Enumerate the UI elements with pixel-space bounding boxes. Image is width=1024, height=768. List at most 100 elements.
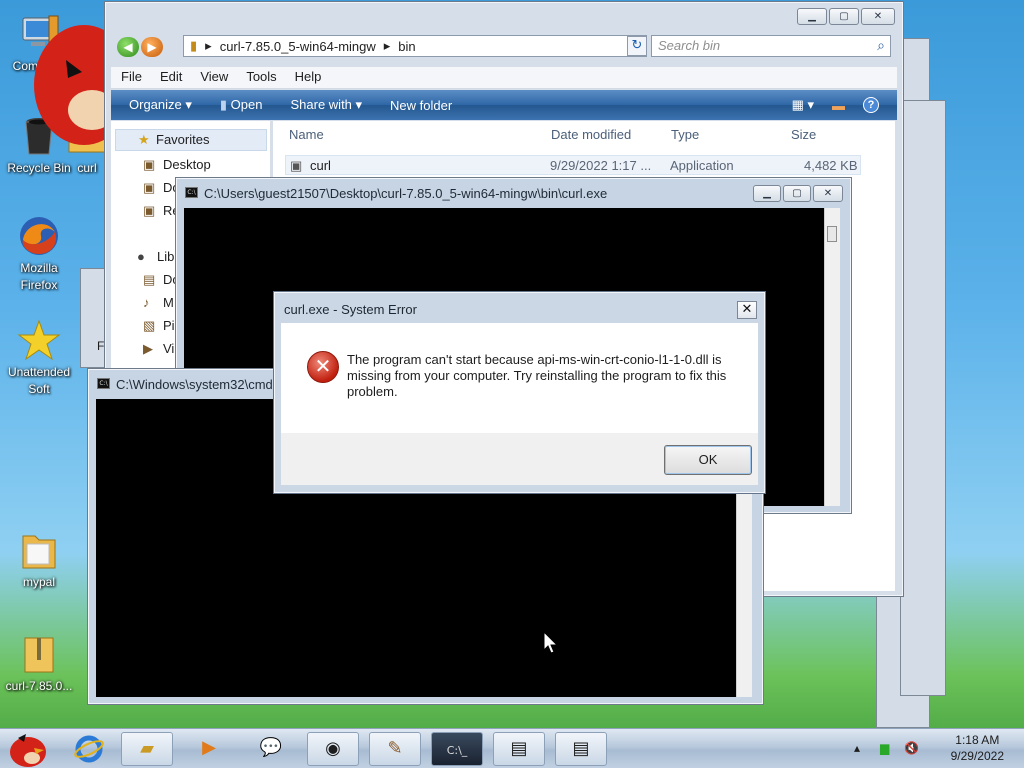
- volume-muted-icon[interactable]: 🔇: [904, 741, 919, 755]
- taskbar-talk-button[interactable]: 💬: [245, 732, 297, 766]
- menu-view[interactable]: View: [200, 69, 228, 86]
- nav-favorites[interactable]: ★ Favorites: [115, 129, 267, 151]
- music-icon: ♪: [143, 295, 150, 310]
- help-icon[interactable]: ?: [863, 97, 879, 113]
- videos-icon: ▶: [143, 341, 153, 356]
- console-icon: C:\_: [446, 744, 468, 757]
- nav-favorites-label: Favorites: [156, 132, 210, 147]
- address-bar[interactable]: ▮ ▸ curl-7.85.0_5-win64-mingw ▸ bin ▼: [183, 35, 647, 57]
- search-input[interactable]: Search bin ⌕: [651, 35, 891, 57]
- menu-bar: File Edit View Tools Help: [111, 67, 897, 89]
- breadcrumb-segment[interactable]: bin: [398, 39, 415, 54]
- file-row-curl[interactable]: ▣ curl 9/29/2022 1:17 ... Application 4,…: [285, 155, 861, 175]
- media-player-icon: ▶: [202, 737, 216, 758]
- network-icon[interactable]: ▆: [880, 741, 889, 755]
- background-window-2[interactable]: [900, 100, 946, 696]
- column-header-type[interactable]: Type: [671, 127, 699, 142]
- desktop-icon-mypal[interactable]: mypal: [1, 528, 77, 591]
- desktop-icon-firefox[interactable]: Mozilla Firefox: [1, 214, 77, 294]
- dialog-title: curl.exe - System Error: [284, 302, 417, 317]
- menu-tools[interactable]: Tools: [246, 69, 276, 86]
- star-icon: [17, 319, 61, 361]
- favorites-star-icon: ★: [138, 132, 150, 147]
- desktop-icon-curl-zip[interactable]: curl-7.85.0...: [1, 632, 77, 695]
- menu-edit[interactable]: Edit: [160, 69, 182, 86]
- close-button[interactable]: ✕: [861, 8, 895, 25]
- clock[interactable]: 1:18 AM 9/29/2022: [951, 732, 1004, 764]
- file-name: curl: [310, 158, 331, 173]
- taskbar-cmd-button[interactable]: C:\_: [431, 732, 483, 766]
- minimize-button[interactable]: ▁: [753, 185, 781, 202]
- desktop-icon-unattended-soft[interactable]: Unattended Soft: [1, 318, 77, 398]
- nav-item-desktop[interactable]: ▣ Desktop: [143, 157, 211, 172]
- zip-folder-icon: [24, 637, 54, 673]
- clock-time: 1:18 AM: [955, 733, 1000, 747]
- wallpaper-bird: [34, 25, 112, 145]
- dialog-body: ✕ The program can't start because api-ms…: [281, 323, 758, 433]
- menu-file[interactable]: File: [121, 69, 142, 86]
- dialog-footer: OK: [281, 433, 758, 485]
- forward-button[interactable]: ▶: [141, 37, 163, 57]
- nav-item-label: Vi: [163, 341, 175, 356]
- open-button[interactable]: ▮ Open: [220, 97, 263, 113]
- breadcrumb-segment[interactable]: curl-7.85.0_5-win64-mingw: [220, 39, 376, 54]
- clock-date: 9/29/2022: [950, 749, 1004, 763]
- nav-item-label: M: [163, 295, 174, 310]
- curl-console-title: C:\Users\guest21507\Desktop\curl-7.85.0_…: [204, 186, 608, 201]
- breadcrumb-separator-icon: ▸: [205, 38, 212, 53]
- nav-item-videos[interactable]: ▶ Vi: [143, 341, 175, 356]
- show-hidden-icons-icon[interactable]: ▴: [854, 741, 860, 755]
- menu-help[interactable]: Help: [295, 69, 322, 86]
- new-folder-button[interactable]: New folder: [390, 98, 452, 113]
- taskbar-media-button[interactable]: ▶: [183, 732, 235, 766]
- back-button[interactable]: ◀: [117, 37, 139, 57]
- application-icon: ▣: [290, 158, 303, 173]
- maximize-button[interactable]: ▢: [783, 185, 811, 202]
- nav-item-music[interactable]: ♪ M: [143, 295, 174, 310]
- desktop-icon: ▣: [143, 157, 156, 172]
- system-error-dialog[interactable]: curl.exe - System Error ✕ ✕ The program …: [273, 291, 766, 494]
- downloads-icon: ▣: [143, 180, 156, 195]
- internet-explorer-icon[interactable]: [74, 734, 104, 764]
- refresh-button[interactable]: ↻: [627, 36, 647, 56]
- desktop-icon-label: mypal: [22, 575, 55, 589]
- preview-pane-icon[interactable]: ▬: [832, 98, 845, 113]
- desktop-icon-label: Unattended Soft: [7, 365, 71, 396]
- firefox-icon: [20, 217, 58, 255]
- command-bar: Organize ▾ ▮ Open Share with ▾ New folde…: [111, 90, 897, 120]
- system-tray: ▴ ▆ 🔇 1:18 AM 9/29/2022: [854, 729, 1024, 768]
- nav-item-label: Pi: [163, 318, 175, 333]
- file-size: 4,482 KB: [804, 158, 858, 173]
- search-icon[interactable]: ⌕: [877, 37, 885, 54]
- desktop-icon-label: Mozilla Firefox: [20, 261, 58, 292]
- console-scrollbar[interactable]: [824, 208, 840, 506]
- share-with-button[interactable]: Share with ▾: [290, 97, 362, 113]
- column-header-name[interactable]: Name: [289, 127, 324, 142]
- error-message: The program can't start because api-ms-w…: [347, 352, 727, 399]
- minimize-button[interactable]: ▁: [797, 8, 827, 25]
- organize-label: Organize: [129, 97, 182, 112]
- taskbar-window-button[interactable]: ▤: [555, 732, 607, 766]
- view-options-icon[interactable]: ▦ ▾: [792, 97, 814, 113]
- mouse-cursor-icon: [543, 631, 559, 654]
- taskbar-window-button[interactable]: ▤: [493, 732, 545, 766]
- share-with-label: Share with: [290, 97, 352, 112]
- maximize-button[interactable]: ▢: [829, 8, 859, 25]
- command-bar-right: ▦ ▾ ▬ ?: [792, 97, 879, 113]
- folder-icon: ▰: [140, 738, 154, 759]
- taskbar-app-button[interactable]: ✎: [369, 732, 421, 766]
- organize-button[interactable]: Organize ▾: [129, 97, 192, 113]
- app-icon: ✎: [387, 738, 403, 759]
- nav-item-pictures[interactable]: ▧ Pi: [143, 318, 175, 333]
- recent-places-icon: ▣: [143, 203, 156, 218]
- scrollbar-thumb[interactable]: [827, 226, 837, 242]
- start-button-icon[interactable]: [4, 730, 50, 768]
- ok-button[interactable]: OK: [664, 445, 752, 475]
- column-header-date-modified[interactable]: Date modified: [551, 127, 631, 142]
- taskbar: ▰ ▶ 💬 ◉ ✎ C:\_ ▤ ▤ ▴ ▆ 🔇 1:18 AM 9/29/20…: [0, 728, 1024, 768]
- dialog-close-button[interactable]: ✕: [737, 301, 757, 319]
- taskbar-raccoon-button[interactable]: ◉: [307, 732, 359, 766]
- column-header-size[interactable]: Size: [791, 127, 816, 142]
- close-button[interactable]: ✕: [813, 185, 843, 202]
- taskbar-explorer-button[interactable]: ▰: [121, 732, 173, 766]
